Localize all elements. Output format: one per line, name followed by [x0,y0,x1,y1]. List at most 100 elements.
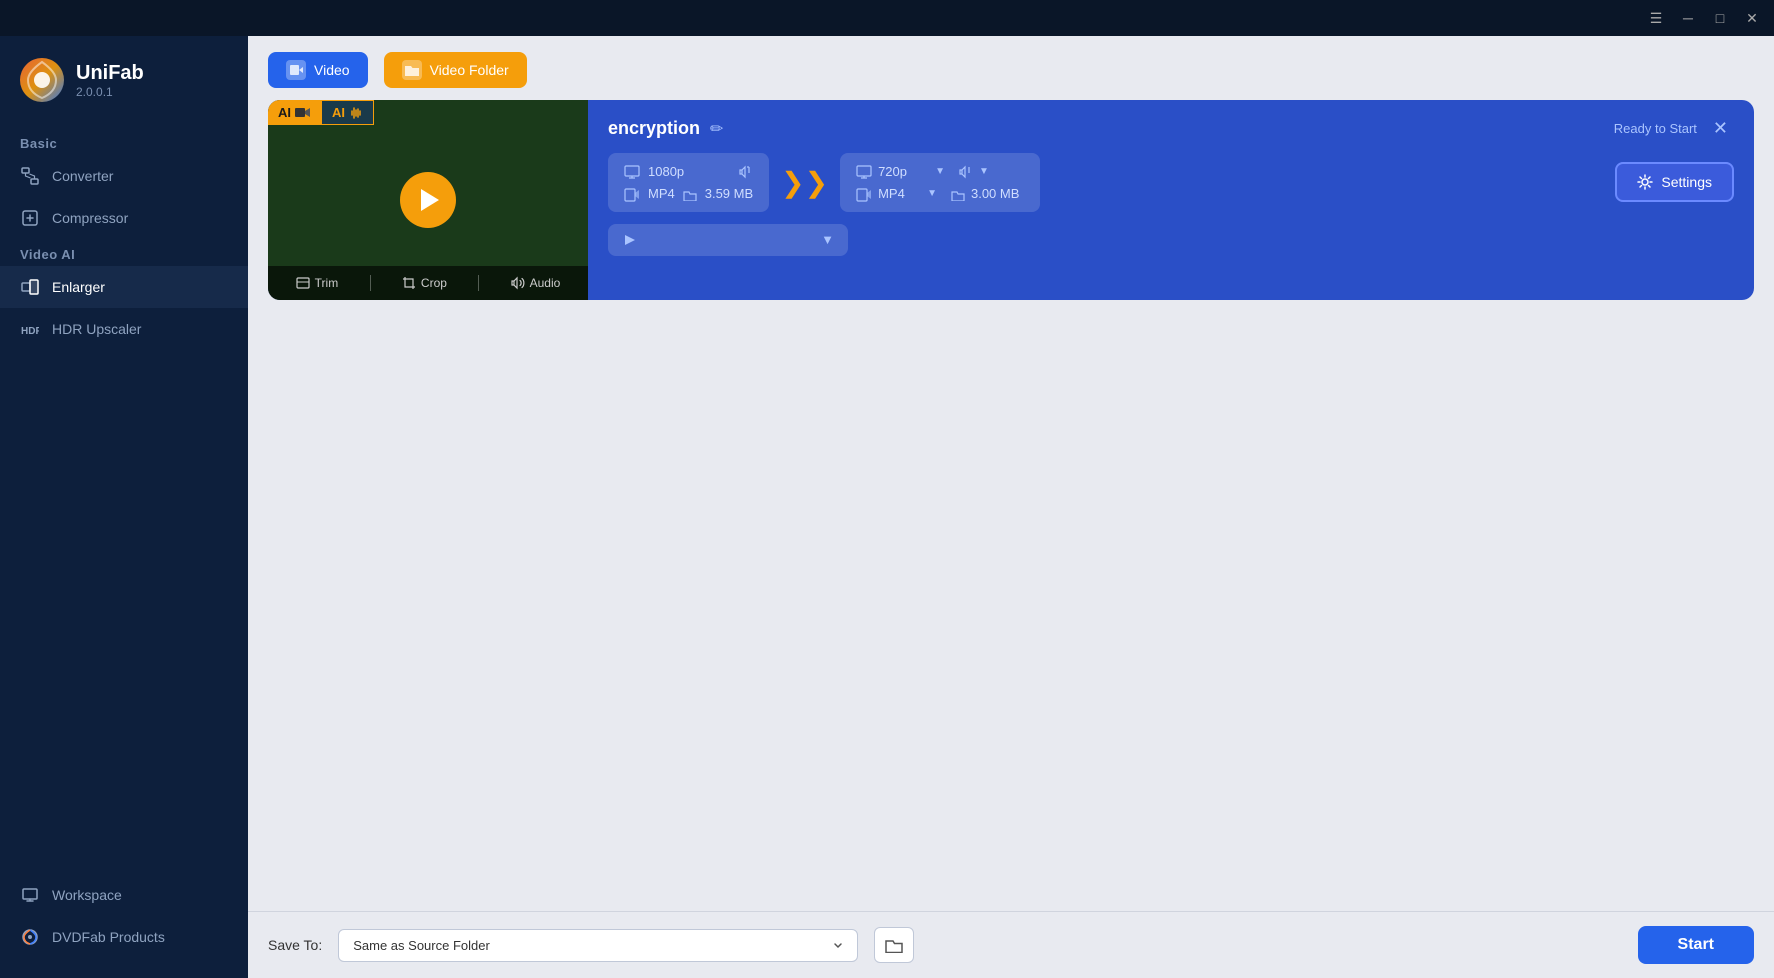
source-format: MP4 [648,186,675,201]
window-controls: ☰ ─ □ ✕ [1642,7,1766,29]
content-area: AI AI [248,100,1774,911]
video-title: encryption [608,118,700,139]
ready-status: Ready to Start [1614,121,1697,136]
add-folder-label: Video Folder [430,62,509,78]
title-bar: ☰ ─ □ ✕ [0,0,1774,36]
video-thumbnail: AI AI [268,100,588,300]
app-version: 2.0.0.1 [76,85,144,99]
folder-browse-icon [885,937,903,953]
workspace-label: Workspace [52,887,122,903]
sidebar-item-workspace[interactable]: Workspace [0,874,248,916]
sidebar-item-converter[interactable]: Converter [0,155,248,197]
sidebar-item-dvdfab[interactable]: DVDFab Products [0,916,248,958]
ai-audio-badge-label: AI [332,105,345,120]
maximize-button[interactable]: □ [1706,7,1734,29]
dvdfab-icon [20,927,40,947]
source-format-line: MP4 3.59 MB [624,185,753,201]
minimize-button[interactable]: ─ [1674,7,1702,29]
ctrl-divider-2 [478,275,479,291]
sidebar-item-compressor[interactable]: Compressor [0,197,248,239]
video-header: encryption ✏ Ready to Start ✕ [608,116,1734,141]
save-to-label: Save To: [268,937,322,953]
browse-button[interactable] [874,927,914,963]
main-content: Video Video Folder AI [248,36,1774,978]
crop-label: Crop [421,276,447,290]
hdr-label: HDR Upscaler [52,321,141,337]
source-info: 1080p MP4 [608,153,769,212]
audio-dropdown-icon: ▼ [979,166,989,177]
music-icon-output [959,163,973,179]
crop-button[interactable]: Crop [394,272,455,294]
app-logo [18,56,66,104]
audio-row: ▼ [608,224,1734,256]
ai-video-badge: AI [268,100,321,125]
source-resolution: 1080p [648,164,684,179]
video-file-icon-output [856,185,872,201]
format-dropdown-icon: ▼ [927,188,937,199]
output-format-line: MP4 MKV AVI ▼ 3.00 MB [856,185,1024,201]
output-format-select[interactable]: MP4 MKV AVI [878,186,921,201]
play-button[interactable] [400,172,456,228]
enlarger-label: Enlarger [52,279,105,295]
dvdfab-label: DVDFab Products [52,929,165,945]
add-folder-icon [402,60,422,80]
sidebar-item-hdr[interactable]: HDR HDR Upscaler [0,308,248,350]
output-info: 720p 1080p 2160p ▼ ▼ [840,153,1040,212]
converter-label: Converter [52,168,113,184]
play-icon [421,189,439,211]
start-button[interactable]: Start [1638,926,1754,964]
output-resolution-line: 720p 1080p 2160p ▼ ▼ [856,163,1024,179]
video-controls-bar: Trim Crop Audio [268,266,588,300]
add-folder-button[interactable]: Video Folder [384,52,527,88]
audio-track-select[interactable]: ▼ [608,224,848,256]
output-resolution-select[interactable]: 720p 1080p 2160p [878,164,929,179]
edit-title-button[interactable]: ✏ [710,119,723,139]
menu-button[interactable]: ☰ [1642,7,1670,29]
logo-area: UniFab 2.0.0.1 [0,36,248,128]
ai-audio-badge: AI [321,100,374,125]
music-icon-source [739,163,753,179]
source-resolution-line: 1080p [624,163,753,179]
resolution-dropdown-icon: ▼ [935,166,945,177]
bottom-bar: Save To: Same as Source Folder Start [248,911,1774,978]
monitor-icon-output [856,163,872,179]
ctrl-divider-1 [370,275,371,291]
compressor-icon [20,208,40,228]
add-video-button[interactable]: Video [268,52,368,88]
enlarger-icon [20,277,40,297]
audio-track-dropdown-icon: ▼ [821,232,834,247]
section-basic-label: Basic [0,128,248,155]
hdr-icon: HDR [20,319,40,339]
source-size: 3.59 MB [705,186,753,201]
add-video-icon [286,60,306,80]
svg-text:HDR: HDR [21,326,39,337]
app-name: UniFab [76,62,144,85]
close-button[interactable]: ✕ [1738,7,1766,29]
close-card-button[interactable]: ✕ [1707,116,1734,141]
audio-label: Audio [530,276,561,290]
sidebar-item-enlarger[interactable]: Enlarger [0,266,248,308]
ai-badges: AI AI [268,100,374,125]
workspace-icon [20,885,40,905]
app-body: UniFab 2.0.0.1 Basic Converter Compresso… [0,36,1774,978]
sidebar: UniFab 2.0.0.1 Basic Converter Compresso… [0,36,248,978]
audio-button[interactable]: Audio [503,272,569,294]
settings-button[interactable]: Settings [1615,162,1734,202]
trim-button[interactable]: Trim [288,272,347,294]
converter-icon [20,166,40,186]
output-size: 3.00 MB [971,186,1019,201]
trim-label: Trim [315,276,339,290]
section-videoai-label: Video AI [0,239,248,266]
start-label: Start [1678,936,1714,953]
video-info-section: encryption ✏ Ready to Start ✕ [588,100,1754,300]
save-path-value: Same as Source Folder [353,938,490,953]
video-file-icon-source [624,185,640,201]
save-path-display[interactable]: Same as Source Folder [338,929,858,962]
ai-video-badge-label: AI [278,105,291,120]
convert-arrow: ❯❯ [781,166,828,199]
compressor-label: Compressor [52,210,128,226]
monitor-icon [624,163,640,179]
settings-label: Settings [1661,174,1712,190]
logo-text: UniFab 2.0.0.1 [76,62,144,99]
folder-icon-source [683,185,697,201]
